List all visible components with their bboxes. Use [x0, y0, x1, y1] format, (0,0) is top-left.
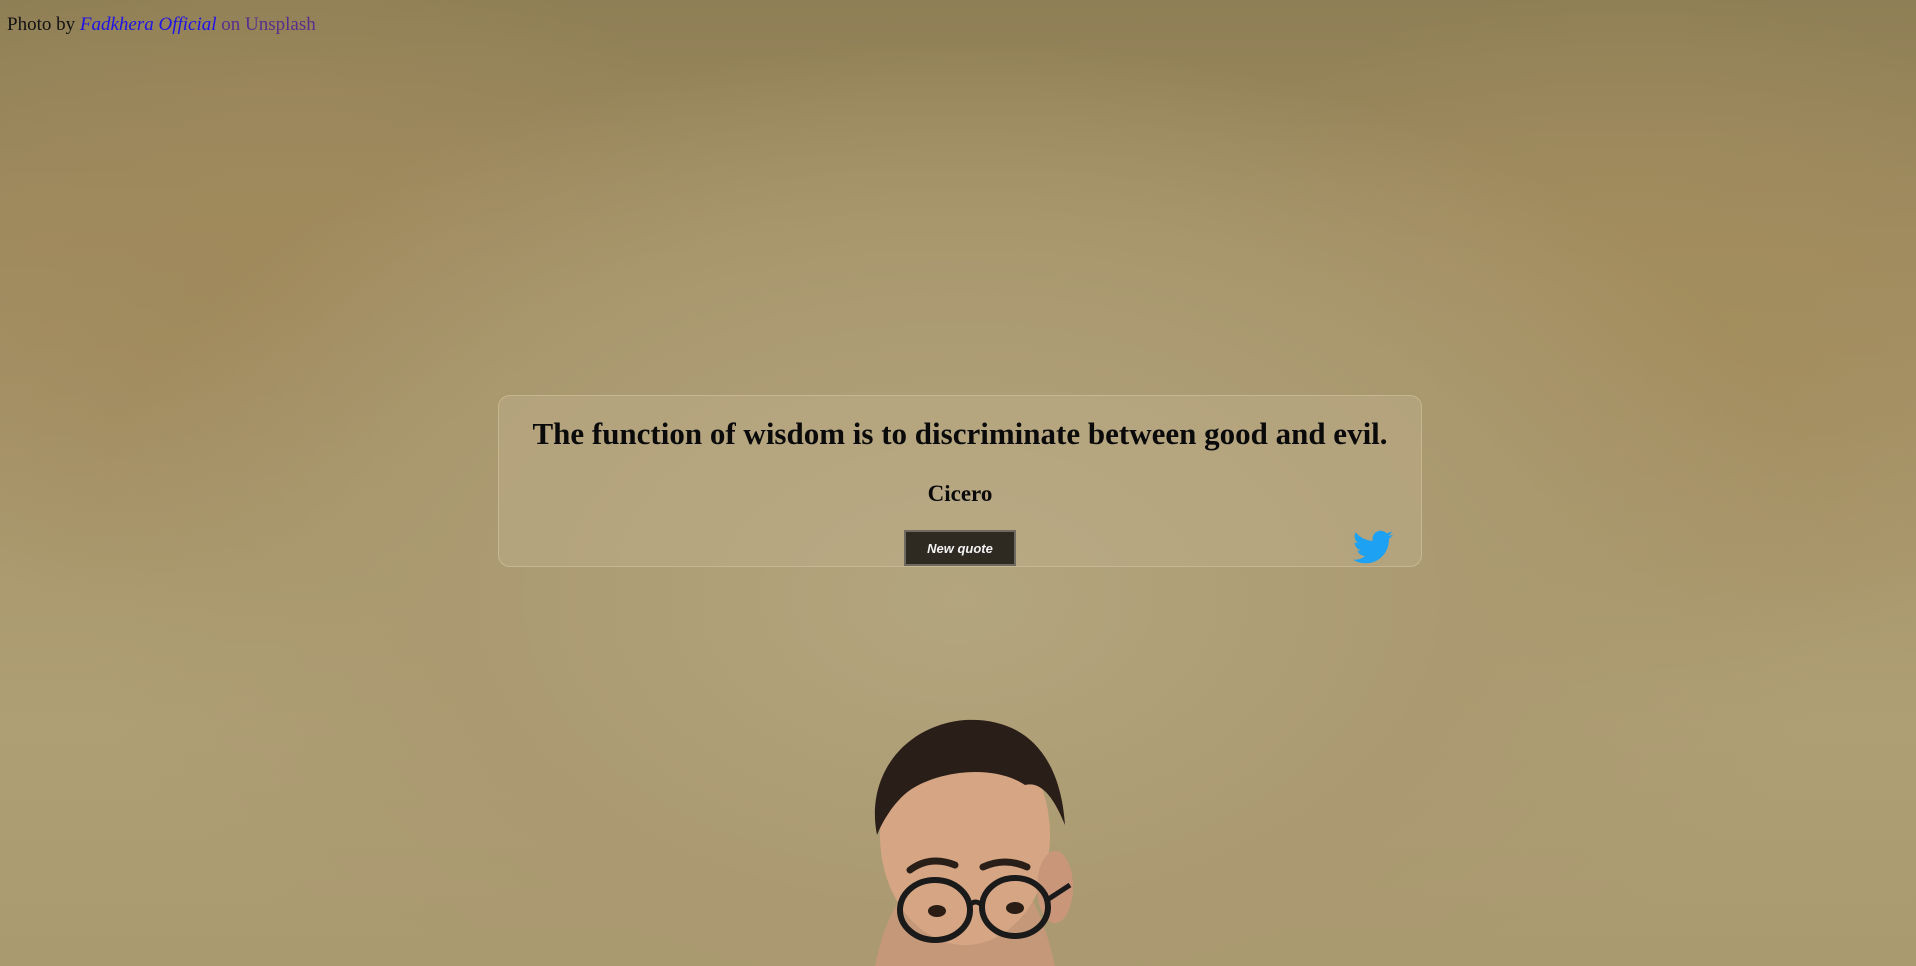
credit-prefix: Photo by — [7, 14, 80, 35]
person-photo — [874, 719, 1073, 966]
credit-middle: on — [216, 14, 246, 35]
new-quote-button[interactable]: New quote — [904, 530, 1016, 566]
quote-card: The function of wisdom is to discriminat… — [498, 395, 1422, 567]
twitter-bird-icon[interactable] — [1351, 527, 1395, 567]
quote-text: The function of wisdom is to discriminat… — [532, 416, 1388, 451]
photographer-link[interactable]: Fadkhera Official — [80, 14, 217, 35]
quote-author: Cicero — [927, 481, 993, 506]
photo-credit: Photo by Fadkhera Official on Unsplash — [7, 14, 316, 36]
unsplash-link[interactable]: Unsplash — [245, 14, 316, 35]
